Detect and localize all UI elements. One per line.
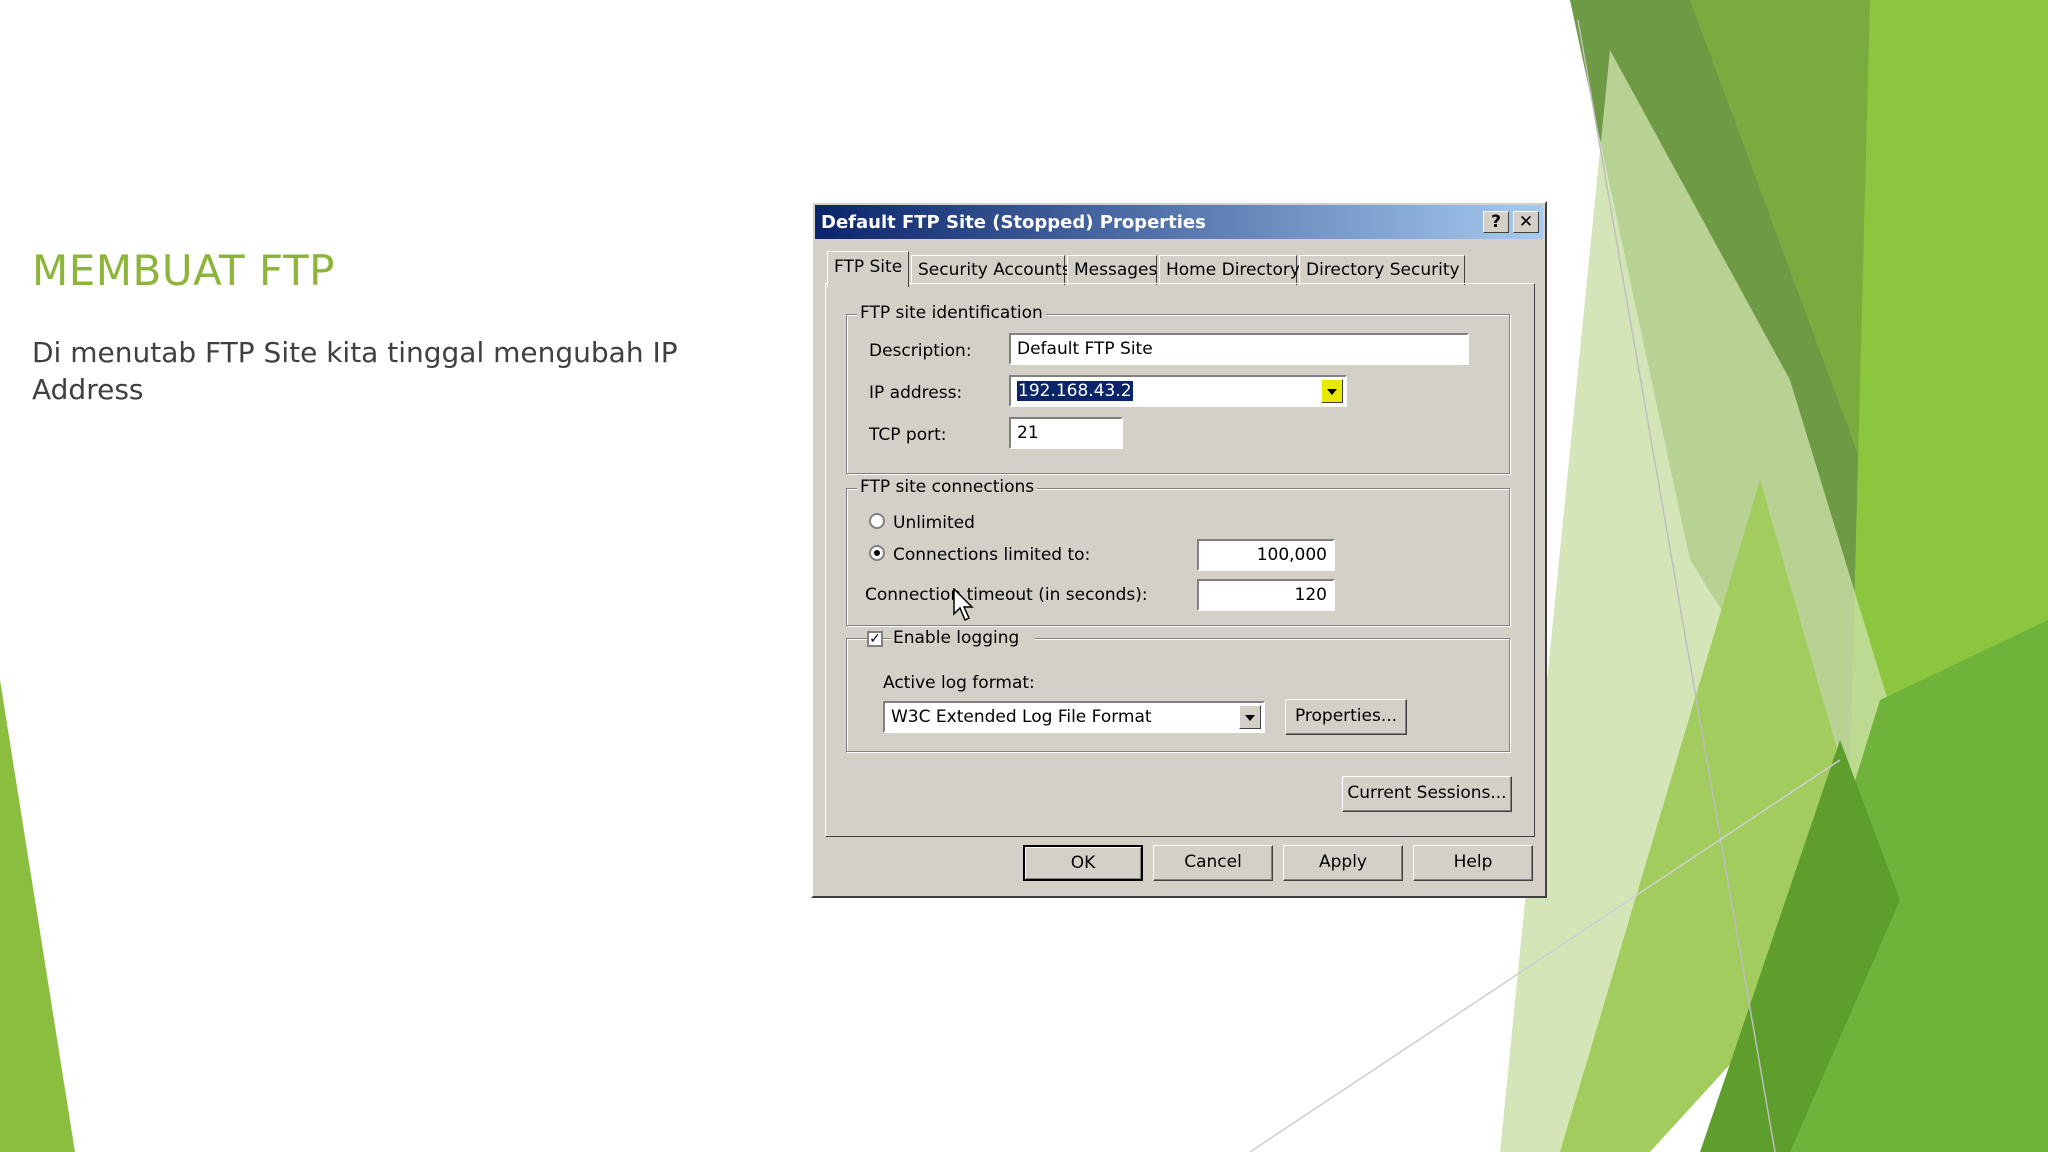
left-green-shape <box>0 680 75 1152</box>
slide-body-text: Di menutab FTP Site kita tinggal menguba… <box>32 336 678 406</box>
tab-panel-ftp-site: FTP site identification Description: Def… <box>825 283 1535 837</box>
group-site-connections: FTP site connections Unlimited Connectio… <box>846 477 1510 626</box>
chevron-down-icon <box>1327 389 1337 395</box>
connections-limit-input[interactable]: 100,000 <box>1197 539 1335 571</box>
tab-directory-security[interactable]: Directory Security <box>1299 255 1465 285</box>
ip-address-label: IP address: <box>869 383 963 403</box>
help-button[interactable]: Help <box>1413 845 1533 881</box>
tcp-port-label: TCP port: <box>869 425 947 445</box>
dialog-title: Default FTP Site (Stopped) Properties <box>821 212 1206 233</box>
unlimited-radio[interactable] <box>869 513 885 529</box>
log-properties-button[interactable]: Properties... <box>1285 699 1407 735</box>
ip-address-value: 192.168.43.2 <box>1017 381 1133 401</box>
group-label-identification: FTP site identification <box>857 303 1046 323</box>
connections-limited-radio[interactable] <box>869 545 885 561</box>
description-input[interactable]: Default FTP Site <box>1009 333 1469 365</box>
tab-ftp-site[interactable]: FTP Site <box>827 251 909 287</box>
chevron-down-icon <box>1245 715 1255 721</box>
ftp-properties-dialog: Default FTP Site (Stopped) Properties ? … <box>811 201 1547 898</box>
help-question-button[interactable]: ? <box>1483 211 1509 233</box>
log-format-select[interactable]: W3C Extended Log File Format <box>883 701 1265 733</box>
group-label-connections: FTP site connections <box>857 477 1038 497</box>
dialog-titlebar[interactable]: Default FTP Site (Stopped) Properties ? … <box>815 205 1543 239</box>
tab-home-directory[interactable]: Home Directory <box>1159 255 1300 285</box>
enable-logging-label: Enable logging <box>891 628 1036 648</box>
timeout-label: Connection timeout (in seconds): <box>865 585 1148 605</box>
tab-messages[interactable]: Messages <box>1067 255 1157 285</box>
close-button[interactable]: ✕ <box>1513 211 1539 233</box>
ip-dropdown-button[interactable] <box>1321 379 1343 403</box>
group-logging: ✓ Enable logging Active log format: W3C … <box>846 628 1510 752</box>
ok-button[interactable]: OK <box>1023 845 1143 881</box>
timeout-input[interactable]: 120 <box>1197 579 1335 611</box>
apply-button[interactable]: Apply <box>1283 845 1403 881</box>
connections-limited-label: Connections limited to: <box>893 545 1091 565</box>
log-format-value: W3C Extended Log File Format <box>891 707 1152 727</box>
unlimited-label: Unlimited <box>893 513 975 533</box>
current-sessions-button[interactable]: Current Sessions... <box>1342 776 1512 812</box>
tab-security-accounts[interactable]: Security Accounts <box>911 255 1071 285</box>
slide-title: MEMBUAT FTP <box>32 246 335 295</box>
cancel-button[interactable]: Cancel <box>1153 845 1273 881</box>
log-format-label: Active log format: <box>883 673 1035 693</box>
mouse-pointer-icon <box>953 588 974 622</box>
ip-address-combobox[interactable]: 192.168.43.2 <box>1009 375 1347 407</box>
tcp-port-input[interactable]: 21 <box>1009 417 1123 449</box>
group-site-identification: FTP site identification Description: Def… <box>846 303 1510 474</box>
enable-logging-checkbox[interactable]: ✓ <box>867 631 883 647</box>
log-format-dropdown-button[interactable] <box>1239 705 1261 729</box>
description-label: Description: <box>869 341 972 361</box>
